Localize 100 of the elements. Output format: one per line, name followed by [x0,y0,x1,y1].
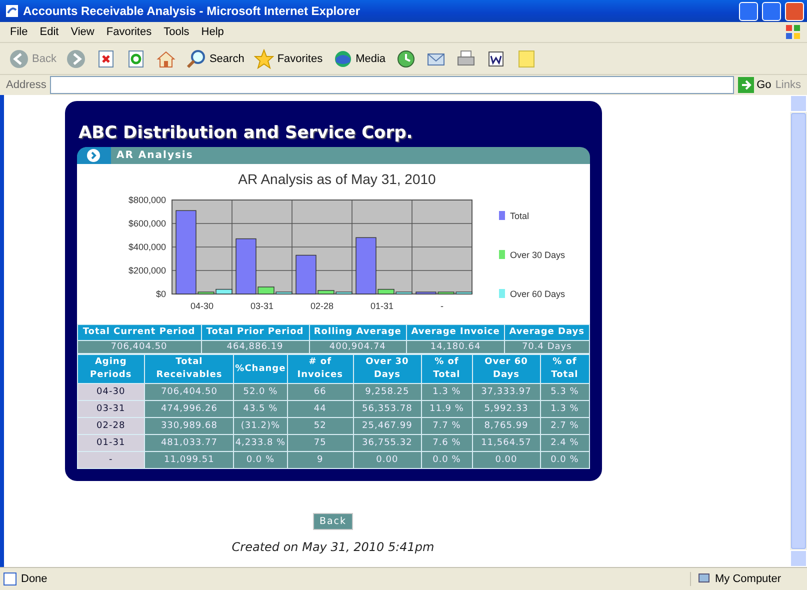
table-cell: 0.0 % [540,452,589,468]
column-header: Total Current Period [77,324,202,340]
column-header: Average Invoice [406,324,505,340]
table-cell: 11,099.51 [144,452,234,468]
scrollbar[interactable] [790,95,807,567]
table-cell: 03-31 [77,400,145,418]
table-cell: 37,333.97 [472,384,540,400]
table-cell: 2.4 % [540,434,589,452]
x-tick-label: 02-28 [310,301,334,311]
table-cell: 36,755.32 [353,434,422,452]
close-button[interactable] [785,2,804,20]
table-cell: 0.00 [353,452,422,468]
x-tick-label: 03-31 [250,301,274,311]
table-cell: 464,886.19 [201,340,309,354]
table-cell: - [77,452,145,468]
table-cell: 0.0 % [421,452,472,468]
toolbar-button[interactable]: Media [330,46,389,70]
table-cell: 56,353.78 [353,400,422,418]
table-cell: 5.3 % [540,384,589,400]
column-header: % of Total [421,354,472,384]
table-cell: 1.3 % [421,384,472,400]
menu-item[interactable]: Tools [158,26,196,38]
table-cell: 11,564.57 [472,434,540,452]
maximize-button[interactable] [762,2,781,20]
status-text: Done [21,573,48,585]
table-cell: 7.7 % [421,418,472,434]
x-tick-label: 04-30 [190,301,214,311]
table-cell: 04-30 [77,384,145,400]
window-title: Accounts Receivable Analysis - Microsoft Internet Explorer [23,4,361,18]
chart-title: AR Analysis as of May 31, 2010 [238,171,436,187]
section-title: AR Analysis [116,150,194,161]
table-cell: 474,996.26 [144,400,234,418]
address-field[interactable] [50,76,734,94]
legend-label: Over 30 Days [510,250,565,260]
menu-item[interactable]: Edit [34,26,65,38]
table-cell: 9,258.25 [353,384,422,400]
table-cell: 330,989.68 [144,418,234,434]
column-header: Over 60 Days [472,354,540,384]
table-cell: 481,033.77 [144,434,234,452]
table-cell: 52 [287,418,354,434]
column-header: Total Receivables [144,354,234,384]
table-cell: 2.7 % [540,418,589,434]
table-cell: 7.6 % [421,434,472,452]
column-header: %Change [234,354,288,384]
y-tick-label: $200,000 [128,266,166,276]
table-cell: 25,467.99 [353,418,422,434]
table-cell: 52.0 % [234,384,288,400]
legend-label: Over 60 Days [510,289,565,299]
table-cell: 44 [287,400,354,418]
table-cell: 11.9 % [421,400,472,418]
table-cell: 706,404.50 [77,340,202,354]
page-icon [3,572,17,586]
menu-item[interactable]: Help [195,26,230,38]
column-header: Over 30 Days [353,354,422,384]
go-button[interactable]: Go [738,77,772,93]
globe-icon [332,48,353,68]
table-cell: 0.00 [472,452,540,468]
zone-label: My Computer [690,572,807,586]
column-header: Rolling Average [309,324,406,340]
table-cell: 400,904.74 [309,340,406,354]
toolbar-button[interactable]: Search [183,46,248,70]
x-tick-label: - [440,301,443,311]
column-header: Total Prior Period [201,324,309,340]
column-header: Average Days [504,324,589,340]
column-header: Aging Periods [77,354,145,384]
table-cell: 0.0 % [234,452,288,468]
legend-label: Total [510,211,529,221]
address-label: Address [6,79,46,91]
table-cell: 4,233.8 % [234,434,288,452]
table-cell: (31.2)% [234,418,288,434]
column-header: # of Invoices [287,354,354,384]
table-cell: 706,404.50 [144,384,234,400]
menu-item[interactable]: File [4,26,34,38]
y-tick-label: $800,000 [128,195,166,205]
table-cell: 02-28 [77,418,145,434]
company-name: ABC Distribution and Service Corp. [78,123,414,143]
table-cell: 70.4 Days [504,340,589,354]
minimize-button[interactable] [739,2,758,20]
x-tick-label: 01-31 [370,301,394,311]
toolbar-button[interactable]: Favorites [251,46,326,70]
created-date: Created on May 31, 2010 5:41pm [232,540,434,554]
star-icon [254,48,274,68]
search-icon [186,48,206,68]
menu-item[interactable]: View [64,26,100,38]
y-tick-label: $600,000 [128,218,166,228]
table-cell: 75 [287,434,354,452]
table-cell: 1.3 % [540,400,589,418]
y-tick-label: $0 [155,289,166,299]
table-cell: 66 [287,384,354,400]
table-cell: 5,992.33 [472,400,540,418]
table-cell: 14,180.64 [406,340,505,354]
menu-item[interactable]: Favorites [100,26,158,38]
windows-flag-icon [785,24,801,40]
table-cell: 9 [287,452,354,468]
table-cell: 8,765.99 [472,418,540,434]
y-tick-label: $400,000 [128,242,166,252]
browser-icon [5,4,19,18]
column-header: % of Total [540,354,589,384]
table-cell: 01-31 [77,434,145,452]
table-cell: 43.5 % [234,400,288,418]
